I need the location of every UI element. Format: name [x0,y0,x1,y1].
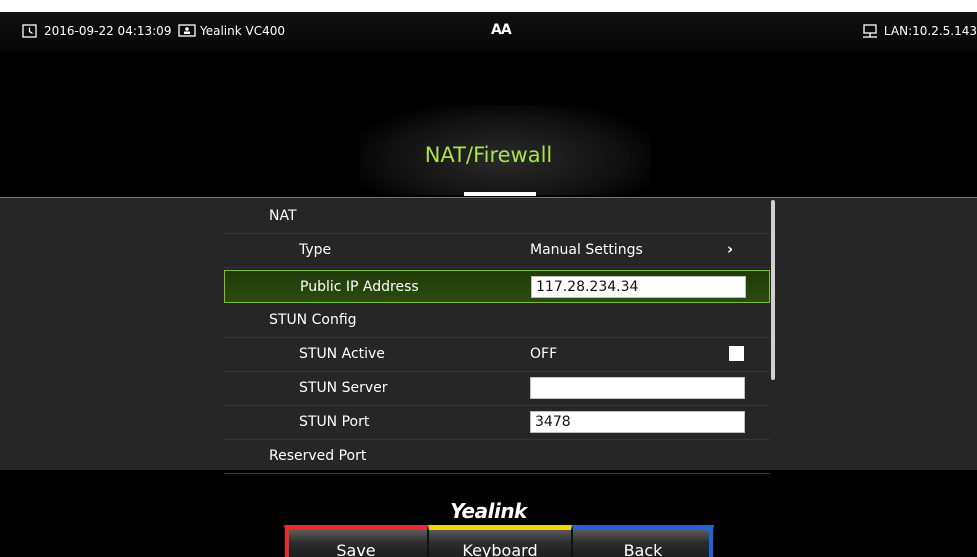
back-button[interactable]: Back [572,525,714,557]
public-ip-input[interactable]: 117.28.234.34 [531,276,746,298]
device-display: Yealink VC400 [178,24,285,38]
datetime-display: 2016-09-22 04:13:09 [22,24,171,38]
datetime-text: 2016-09-22 04:13:09 [44,24,172,38]
stun-server-input[interactable] [530,377,745,399]
keyboard-label: Keyboard [462,541,538,557]
device-name: Yealink VC400 [200,24,286,38]
save-button[interactable]: Save [284,525,428,557]
stun-active-value: OFF [530,346,558,362]
title-underline [464,192,536,196]
section-label: Reserved Port [269,448,367,464]
row-label: STUN Server [299,380,388,396]
section-label: NAT [269,208,297,224]
back-label: Back [623,541,663,557]
status-bar: 2016-09-22 04:13:09 Yealink VC400 AA LAN… [0,12,977,52]
row-stun-port[interactable]: STUN Port 3478 [224,406,770,440]
row-label: STUN Port [299,414,370,430]
row-label: STUN Active [299,346,385,362]
network-icon [862,24,878,38]
page-title: NAT/Firewall [424,143,553,167]
scrollbar[interactable] [771,200,775,380]
row-label: Type [299,242,332,258]
type-value: Manual Settings [530,242,643,258]
softkey-bar: Save Keyboard Back [284,525,714,557]
network-text: LAN:10.2.5.143 [883,24,977,38]
top-border [0,0,977,12]
section-nat: NAT [224,200,770,234]
row-stun-server[interactable]: STUN Server [224,372,770,406]
screen: 2016-09-22 04:13:09 Yealink VC400 AA LAN… [0,0,977,557]
section-stun-config: STUN Config [224,304,770,338]
chevron-right-icon: › [727,240,734,258]
brand-logo: Yealink [450,499,527,523]
clock-icon [22,24,38,38]
section-reserved-port: Reserved Port [224,440,770,474]
monitor-icon [178,24,196,38]
stun-port-input[interactable]: 3478 [530,411,745,433]
network-status: LAN:10.2.5.143 [862,24,977,38]
stun-active-checkbox[interactable] [729,346,744,361]
keyboard-button[interactable]: Keyboard [428,525,572,557]
row-label: Public IP Address [300,279,419,295]
row-stun-active[interactable]: STUN Active OFF [224,338,770,372]
section-label: STUN Config [269,312,357,328]
save-label: Save [336,541,376,557]
row-public-ip[interactable]: Public IP Address 117.28.234.34 [224,270,770,303]
row-type[interactable]: Type Manual Settings › [224,234,770,268]
font-size-toggle[interactable]: AA [491,22,512,38]
